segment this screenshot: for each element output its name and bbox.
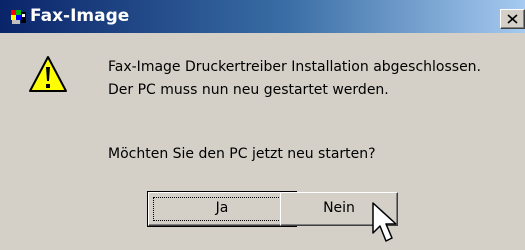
message-line-1: Fax-Image Druckertreiber Installation ab… (108, 59, 482, 75)
question-text: Möchten Sie den PC jetzt neu starten? (108, 146, 376, 162)
title-bar[interactable]: Fax-Image (0, 0, 525, 33)
close-button[interactable] (500, 9, 525, 29)
message-line-2: Der PC muss nun neu gestartet werden. (108, 82, 389, 98)
dialog-window: Fax-Image Fax-Image Druckertreiber Insta… (0, 0, 525, 246)
window-title: Fax-Image (30, 6, 130, 26)
yes-button[interactable]: Ja (147, 191, 297, 227)
warning-icon (28, 55, 68, 95)
close-icon (507, 14, 518, 24)
no-button-label: Nein (323, 200, 355, 216)
yes-button-label: Ja (215, 200, 229, 216)
mouse-pointer-icon (371, 201, 401, 246)
fax-app-icon (11, 9, 27, 25)
